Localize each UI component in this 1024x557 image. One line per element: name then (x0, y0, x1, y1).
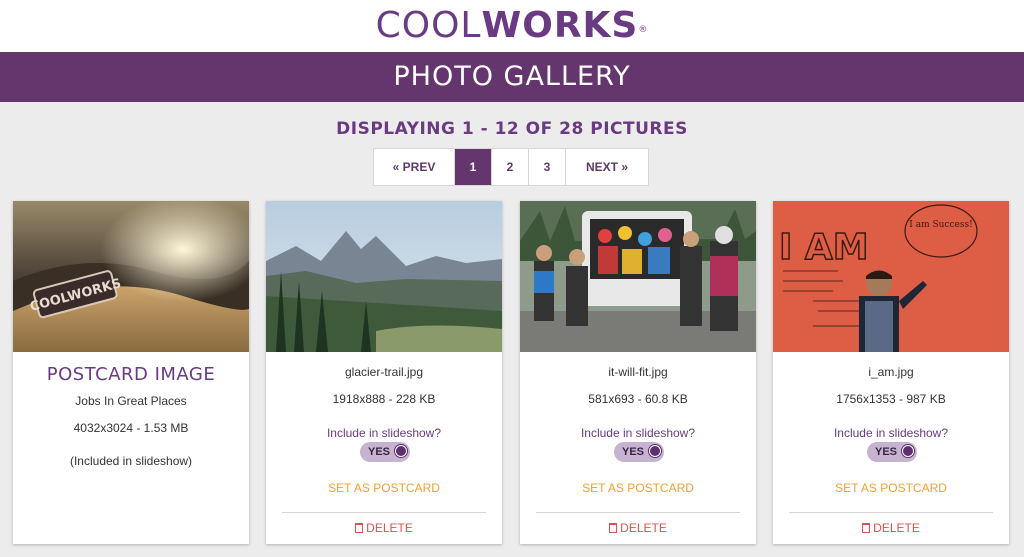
toggle-label: YES (622, 446, 645, 458)
divider (789, 512, 993, 513)
photo-card: glacier-trail.jpg 1918x888 - 228 KB Incl… (266, 201, 502, 544)
delete-label: DELETE (366, 521, 413, 535)
include-slideshow-label: Include in slideshow? (326, 426, 442, 440)
trash-icon (355, 523, 364, 533)
slideshow-toggle[interactable]: YES (614, 442, 664, 462)
trash-icon (609, 523, 618, 533)
toggle-knob (901, 444, 915, 458)
postcard-title: POSTCARD IMAGE (46, 364, 216, 385)
delete-button[interactable]: DELETE (520, 521, 756, 535)
next-page-button[interactable]: NEXT » (566, 149, 648, 185)
slideshow-toggle[interactable]: YES (360, 442, 410, 462)
set-as-postcard-button[interactable]: SET AS POSTCARD (520, 481, 756, 495)
pagination: « PREV 1 2 3 NEXT » (373, 148, 649, 186)
photo-bubble-text: I am Success! (909, 220, 972, 230)
divider (282, 512, 486, 513)
delete-button[interactable]: DELETE (266, 521, 502, 535)
photo-thumbnail[interactable] (520, 201, 756, 352)
prev-page-button[interactable]: « PREV (374, 149, 455, 185)
coolworks-logo[interactable]: COOLWORKS® (0, 4, 1024, 48)
page-title: PHOTO GALLERY (0, 52, 1024, 102)
trash-icon (862, 523, 871, 533)
display-count: DISPLAYING 1 - 12 OF 28 PICTURES (336, 119, 688, 139)
photo-filename: i_am.jpg (868, 365, 914, 379)
set-as-postcard-button[interactable]: SET AS POSTCARD (773, 481, 1009, 495)
include-slideshow-label: Include in slideshow? (833, 426, 949, 440)
delete-label: DELETE (620, 521, 667, 535)
postcard-photo[interactable]: COOLWORKS (13, 201, 249, 352)
photo-card: it-will-fit.jpg 581x693 - 60.8 KB Includ… (520, 201, 756, 544)
slideshow-toggle[interactable]: YES (867, 442, 917, 462)
registered-mark: ® (638, 25, 649, 35)
postcard-subtitle: Jobs In Great Places (75, 394, 187, 408)
page-3-button[interactable]: 3 (529, 149, 566, 185)
include-slideshow-label: Include in slideshow? (580, 426, 696, 440)
photo-meta: 1756x1353 - 987 KB (836, 392, 946, 406)
photo-filename: it-will-fit.jpg (608, 365, 668, 379)
set-as-postcard-button[interactable]: SET AS POSTCARD (266, 481, 502, 495)
logo-works-text: WORKS (481, 5, 639, 46)
photo-card: I AM I am Success! i_am.jpg 1756x1353 - … (773, 201, 1009, 544)
toggle-knob (648, 444, 662, 458)
postcard-card: COOLWORKS POSTCARD IMAGE Jobs In Great P… (13, 201, 249, 544)
photo-thumbnail[interactable] (266, 201, 502, 352)
toggle-label: YES (368, 446, 391, 458)
postcard-slideshow-note: (Included in slideshow) (69, 454, 193, 468)
logo-cool-text: COOL (375, 5, 482, 46)
photo-wall-text: I AM (779, 227, 869, 268)
page-1-button[interactable]: 1 (455, 149, 492, 185)
postcard-meta: 4032x3024 - 1.53 MB (73, 421, 189, 435)
divider (536, 512, 740, 513)
delete-label: DELETE (873, 521, 920, 535)
photo-thumbnail[interactable]: I AM I am Success! (773, 201, 1009, 352)
toggle-knob (394, 444, 408, 458)
photo-meta: 581x693 - 60.8 KB (588, 392, 688, 406)
page-2-button[interactable]: 2 (492, 149, 529, 185)
top-bar: COOLWORKS® (0, 0, 1024, 52)
toggle-label: YES (875, 446, 898, 458)
photo-meta: 1918x888 - 228 KB (332, 392, 436, 406)
delete-button[interactable]: DELETE (773, 521, 1009, 535)
photo-filename: glacier-trail.jpg (344, 365, 424, 379)
